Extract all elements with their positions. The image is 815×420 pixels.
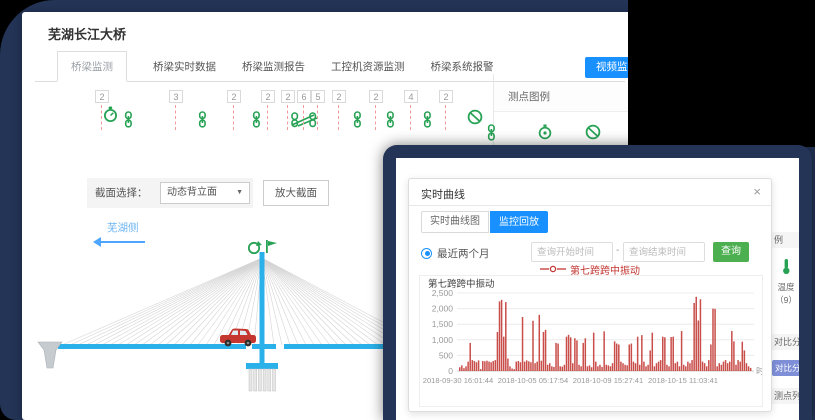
main-tab-3[interactable]: 工控机资源监测 bbox=[331, 52, 405, 81]
sensor-count-badge[interactable]: 2 bbox=[332, 90, 346, 103]
sensor-count-badge[interactable]: 4 bbox=[404, 90, 418, 103]
stopwatch-icon[interactable] bbox=[103, 106, 118, 128]
sensor-dash-line bbox=[317, 105, 318, 130]
sensor-count-badge[interactable]: 2 bbox=[261, 90, 275, 103]
main-tab-bar: 桥梁监测桥梁实时数据桥梁监测报告工控机资源监测桥梁系统报警 bbox=[35, 54, 625, 82]
temperature-count: （9） bbox=[772, 294, 799, 306]
sensor-strip: 23222652242 bbox=[22, 90, 502, 152]
vibration-chart: 第七跨跨中振动05001,0001,5002,0002,5002018-09-3… bbox=[419, 275, 763, 407]
bridge-side-label: 芜湖侧 bbox=[107, 220, 139, 235]
tower-top-sensor-icon[interactable] bbox=[249, 240, 277, 253]
thermometer-icon bbox=[781, 262, 792, 279]
tab-monitor-playback[interactable]: 监控回放 bbox=[490, 211, 548, 233]
compare-section-header: 对比分析 bbox=[772, 334, 799, 350]
range-radio-label: 最近两个月 bbox=[437, 246, 490, 261]
overlay-window-frame: 例 温度 （9） 对比分析 对比分析 测点列表 实时曲线 × 实时曲线图 监控回… bbox=[383, 145, 812, 420]
car bbox=[220, 329, 256, 347]
main-tab-4[interactable]: 桥梁系统报警 bbox=[431, 52, 494, 81]
x-tick-label: 2018-10-09 15:27:41 bbox=[573, 376, 644, 385]
dialog-title: 实时曲线 bbox=[421, 186, 465, 202]
tab-realtime-curve[interactable]: 实时曲线图 bbox=[421, 211, 489, 233]
enlarge-section-button[interactable]: 放大截面 bbox=[263, 180, 329, 206]
x-tick-label: 2018-09-30 16:01:44 bbox=[423, 376, 494, 385]
sensor-dash-line bbox=[303, 105, 304, 130]
sensor-dash-line bbox=[410, 105, 411, 130]
y-tick-label: 1,500 bbox=[432, 319, 454, 329]
y-tick-label: 2,500 bbox=[432, 288, 454, 298]
background-window bbox=[628, 0, 815, 147]
y-tick-label: 2,000 bbox=[432, 304, 454, 314]
link-icon[interactable] bbox=[352, 111, 363, 133]
sensor-dash-line bbox=[101, 105, 102, 130]
sensor-dash-line bbox=[233, 105, 234, 130]
link-icon[interactable] bbox=[385, 111, 396, 133]
pier-piles bbox=[249, 369, 276, 391]
compare-analysis-button[interactable]: 对比分析 bbox=[772, 360, 799, 376]
link-icon[interactable] bbox=[123, 111, 134, 133]
ban-icon bbox=[467, 109, 483, 130]
bridge-abutment bbox=[38, 342, 62, 368]
point-list-header: 测点列表 bbox=[772, 388, 799, 404]
chart-legend: 第七跨跨中振动 bbox=[409, 263, 771, 275]
screen: { "colors":{"navy":"#233457","accent_blu… bbox=[0, 0, 815, 420]
sensor-count-badge[interactable]: 2 bbox=[227, 90, 241, 103]
x-axis-title: 时间 bbox=[756, 366, 762, 376]
legend-marker-icon bbox=[540, 265, 566, 273]
bridge-schematic bbox=[22, 238, 427, 420]
link-icon[interactable] bbox=[197, 111, 208, 133]
sensor-count-badge[interactable]: 2 bbox=[95, 90, 109, 103]
sensor-dash-line bbox=[267, 105, 268, 130]
sensor-count-badge[interactable]: 5 bbox=[311, 90, 325, 103]
legend-panel-header-partial: 例 bbox=[772, 232, 799, 248]
y-tick-label: 1,000 bbox=[432, 335, 454, 345]
query-start-time-input[interactable] bbox=[531, 242, 613, 262]
sensor-dash-line bbox=[175, 105, 176, 130]
section-select-dropdown[interactable]: 动态背立面 ▼ bbox=[160, 182, 250, 204]
main-tab-0[interactable]: 桥梁监测 bbox=[57, 51, 127, 82]
sensor-count-badge[interactable]: 2 bbox=[439, 90, 453, 103]
bridge-deck-mid bbox=[252, 344, 276, 349]
section-select-label: 截面选择： bbox=[95, 178, 148, 208]
ban-icon bbox=[585, 124, 601, 145]
chevron-down-icon: ▼ bbox=[236, 183, 243, 203]
range-radio-row: 最近两个月 bbox=[421, 243, 490, 263]
sensor-dash-line bbox=[287, 105, 288, 130]
y-tick-label: 0 bbox=[448, 366, 453, 376]
temperature-label: 温度 bbox=[772, 281, 799, 293]
sensor-dash-line bbox=[375, 105, 376, 130]
realtime-curve-dialog: 实时曲线 × 实时曲线图 监控回放 最近两个月 - 查询 第七跨跨中振动 bbox=[408, 178, 772, 412]
gauge-icon bbox=[538, 124, 552, 145]
overlay-window: 例 温度 （9） 对比分析 对比分析 测点列表 实时曲线 × 实时曲线图 监控回… bbox=[396, 158, 799, 420]
sensor-count-badge[interactable]: 2 bbox=[369, 90, 383, 103]
pier-cap bbox=[246, 363, 278, 369]
sensor-count-badge[interactable]: 3 bbox=[169, 90, 183, 103]
query-end-time-input[interactable] bbox=[623, 242, 705, 262]
link-icon[interactable] bbox=[251, 111, 262, 133]
truss-icon[interactable] bbox=[290, 111, 318, 133]
close-icon[interactable]: × bbox=[753, 184, 761, 199]
y-tick-label: 500 bbox=[439, 350, 453, 360]
sensor-count-badge[interactable]: 6 bbox=[297, 90, 311, 103]
bridge-deck-left bbox=[58, 344, 246, 349]
page-title: 芜湖长江大桥 bbox=[48, 24, 126, 43]
link-icon bbox=[486, 124, 497, 146]
dialog-header: 实时曲线 × bbox=[409, 179, 771, 206]
sensor-count-badge[interactable]: 2 bbox=[281, 90, 295, 103]
sensor-dash-line bbox=[338, 105, 339, 130]
selected-option: 动态背立面 bbox=[167, 187, 217, 198]
temperature-legend: 温度 （9） bbox=[772, 258, 799, 306]
x-tick-label: 2018-10-05 05:17:54 bbox=[498, 376, 569, 385]
radio-selected-icon[interactable] bbox=[421, 248, 432, 259]
link-icon[interactable] bbox=[422, 111, 433, 133]
main-tab-1[interactable]: 桥梁实时数据 bbox=[153, 52, 216, 81]
x-tick-label: 2018-10-15 11:03:41 bbox=[648, 376, 718, 385]
query-button[interactable]: 查询 bbox=[713, 242, 749, 262]
main-tab-2[interactable]: 桥梁监测报告 bbox=[242, 52, 305, 81]
sensor-dash-line bbox=[445, 105, 446, 130]
date-separator: - bbox=[616, 245, 619, 256]
